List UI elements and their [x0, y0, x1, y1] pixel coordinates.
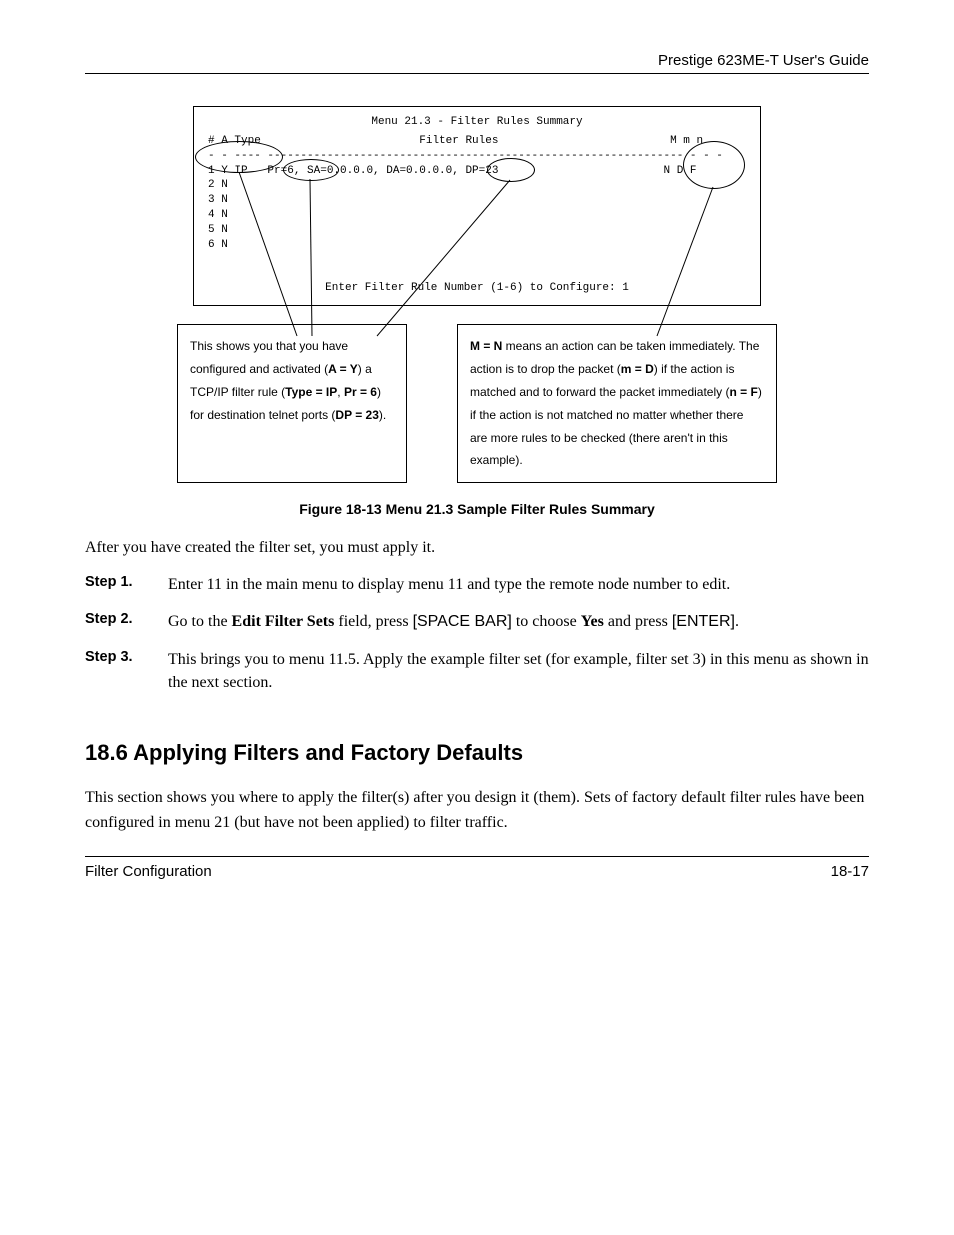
- step2-label: Step 2.: [85, 610, 150, 633]
- guide-title: Prestige 623ME-T User's Guide: [85, 52, 869, 69]
- cr-b1: M = N: [470, 339, 502, 353]
- cl-p1: This shows you that you have configured …: [190, 339, 348, 376]
- cl-b1: A = Y: [328, 362, 358, 376]
- cl-p4: ).: [379, 408, 386, 422]
- step1-text: Enter 11 in the main menu to display men…: [168, 573, 869, 596]
- page-footer: Filter Configuration 18-17: [85, 856, 869, 880]
- footer-right: 18-17: [831, 863, 869, 880]
- figure-caption: Figure 18-13 Menu 21.3 Sample Filter Rul…: [85, 501, 869, 517]
- intro-paragraph: After you have created the filter set, y…: [85, 539, 869, 557]
- section-heading: 18.6 Applying Filters and Factory Defaul…: [85, 740, 869, 766]
- ellipse-mmn: [683, 141, 745, 189]
- step-2: Step 2. Go to the Edit Filter Sets field…: [85, 610, 869, 633]
- s2b: Edit Filter Sets: [232, 613, 335, 630]
- step3-label: Step 3.: [85, 648, 150, 694]
- page: Prestige 623ME-T User's Guide Menu 21.3 …: [0, 0, 954, 1235]
- section-paragraph: This section shows you where to apply th…: [85, 786, 869, 836]
- footer-left: Filter Configuration: [85, 863, 212, 880]
- step3-text: This brings you to menu 11.5. Apply the …: [168, 648, 869, 694]
- s2e: to choose: [512, 613, 581, 630]
- diagram: Menu 21.3 - Filter Rules Summary # A Typ…: [177, 106, 777, 483]
- td-mid: ----------------------------------------…: [267, 150, 683, 162]
- s2d: [SPACE BAR]: [413, 613, 512, 630]
- terminal-row-6: 6 N: [208, 238, 746, 253]
- page-header-rule: Prestige 623ME-T User's Guide: [85, 52, 869, 74]
- s2c: field, press: [334, 613, 412, 630]
- step1-label: Step 1.: [85, 573, 150, 596]
- cr-b2: m = D: [621, 362, 654, 376]
- cl-b3: Pr = 6: [344, 385, 377, 399]
- terminal-row-2: 2 N: [208, 178, 746, 193]
- s2a: Go to the: [168, 613, 232, 630]
- callout-left: This shows you that you have configured …: [177, 324, 407, 483]
- cr-b3: n = F: [729, 385, 757, 399]
- callout-right: M = N means an action can be taken immed…: [457, 324, 777, 483]
- cl-b2: Type = IP: [285, 385, 337, 399]
- step-3: Step 3. This brings you to menu 11.5. Ap…: [85, 648, 869, 694]
- terminal-box: Menu 21.3 - Filter Rules Summary # A Typ…: [193, 106, 761, 306]
- callout-row: This shows you that you have configured …: [177, 324, 777, 483]
- step-1: Step 1. Enter 11 in the main menu to dis…: [85, 573, 869, 596]
- s2h: [ENTER]: [672, 613, 735, 630]
- s2g: and press: [604, 613, 672, 630]
- th-mid: Filter Rules: [419, 135, 498, 147]
- ellipse-pr6: [283, 159, 339, 181]
- cl-b4: DP = 23: [335, 408, 378, 422]
- terminal-divider: - - ---- -------------------------------…: [208, 149, 746, 164]
- terminal-prompt: Enter Filter Rule Number (1-6) to Config…: [208, 281, 746, 296]
- ellipse-dp23: [487, 158, 535, 182]
- terminal-row-4: 4 N: [208, 208, 746, 223]
- cl-sep: ,: [337, 385, 344, 399]
- ellipse-a-type: [195, 141, 283, 173]
- s2f: Yes: [581, 613, 604, 630]
- terminal-title: Menu 21.3 - Filter Rules Summary: [208, 115, 746, 130]
- terminal-header-row: # A Type Filter Rules M m n: [208, 134, 746, 149]
- terminal-row-3: 3 N: [208, 193, 746, 208]
- s2i: .: [735, 613, 739, 630]
- step2-text: Go to the Edit Filter Sets field, press …: [168, 610, 869, 633]
- terminal-row-5: 5 N: [208, 223, 746, 238]
